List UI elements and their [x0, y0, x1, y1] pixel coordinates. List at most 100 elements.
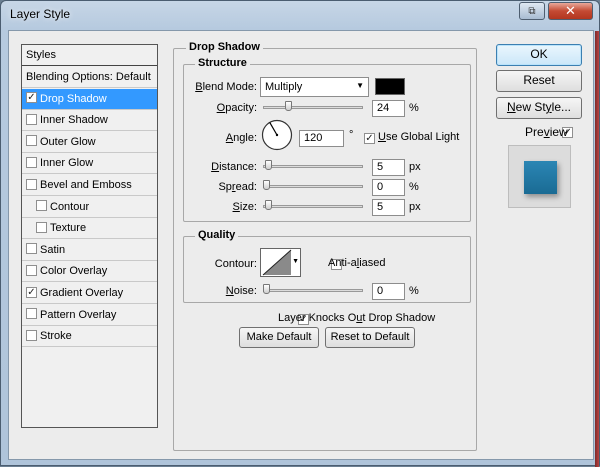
preview-swatch [524, 161, 557, 194]
style-item-bevel-and-emboss[interactable]: Bevel and Emboss [22, 175, 157, 196]
reset-button[interactable]: Reset [496, 70, 582, 92]
styles-list: Styles Blending Options: Default Drop Sha… [21, 44, 158, 428]
style-item-blending-options-default[interactable]: Blending Options: Default [22, 67, 157, 88]
style-item-outer-glow[interactable]: Outer Glow [22, 132, 157, 153]
size-slider-thumb[interactable] [264, 200, 272, 210]
style-item-label: Outer Glow [40, 135, 96, 148]
style-item-drop-shadow[interactable]: Drop Shadow [22, 88, 157, 110]
style-item-checkbox[interactable] [26, 135, 37, 147]
distance-label: Distance: [211, 161, 257, 173]
title-bar[interactable]: Layer Style ⧉ ✕ [1, 1, 599, 29]
style-item-checkbox[interactable] [36, 200, 47, 212]
noise-label: Noise: [225, 285, 257, 297]
shadow-color-swatch[interactable] [375, 78, 405, 95]
ok-button[interactable]: OK [496, 44, 582, 66]
angle-label: Angle: [225, 132, 257, 144]
spread-unit: % [409, 181, 419, 193]
style-item-checkbox[interactable] [26, 92, 37, 104]
size-field[interactable]: 5 [372, 199, 405, 216]
style-item-checkbox[interactable] [26, 264, 37, 276]
new-style-button[interactable]: New Style... [496, 97, 582, 119]
style-item-checkbox[interactable] [36, 221, 47, 233]
style-item-label: Bevel and Emboss [40, 179, 132, 191]
close-button[interactable]: ✕ [548, 2, 593, 20]
style-item-label: Inner Glow [40, 157, 94, 170]
style-item-checkbox[interactable] [26, 308, 37, 320]
angle-unit: ° [349, 129, 354, 141]
contour-label: Contour: [214, 258, 257, 270]
style-item-contour[interactable]: Contour [22, 197, 157, 218]
style-item-label: Blending Options: Default [26, 71, 151, 83]
style-item-satin[interactable]: Satin [22, 240, 157, 261]
size-slider[interactable] [263, 205, 363, 208]
restore-button[interactable]: ⧉ [519, 2, 545, 20]
blend-mode-label: Blend Mode: [195, 81, 257, 93]
style-item-checkbox[interactable] [26, 329, 37, 341]
quality-title: Quality [195, 229, 239, 241]
dialog-client: Styles Blending Options: Default Drop Sha… [8, 30, 594, 460]
opacity-label: Opacity: [216, 102, 257, 114]
noise-unit: % [409, 285, 419, 297]
noise-slider[interactable] [263, 289, 363, 292]
style-item-label: Gradient Overlay [40, 287, 124, 299]
spread-field[interactable]: 0 [372, 179, 405, 196]
style-item-color-overlay[interactable]: Color Overlay [22, 261, 157, 283]
distance-slider-thumb[interactable] [264, 160, 272, 170]
opacity-slider-thumb[interactable] [285, 101, 293, 111]
style-item-gradient-overlay[interactable]: Gradient Overlay [22, 283, 157, 304]
angle-field[interactable]: 120 [299, 130, 344, 147]
contour-dropdown-icon[interactable]: ▼ [292, 258, 299, 265]
spread-slider-thumb[interactable] [263, 180, 270, 190]
style-item-checkbox[interactable] [26, 178, 37, 190]
spread-label: Spread: [218, 181, 257, 193]
style-item-checkbox[interactable] [26, 243, 37, 255]
spread-slider[interactable] [263, 185, 363, 188]
preview-box [508, 145, 571, 208]
noise-field[interactable]: 0 [372, 283, 405, 300]
style-item-label: Color Overlay [40, 265, 108, 278]
contour-picker[interactable]: ▼ [260, 248, 301, 277]
styles-header-label: Styles [26, 49, 56, 61]
distance-unit: px [409, 161, 421, 173]
style-item-label: Contour [50, 200, 90, 213]
style-item-inner-glow[interactable]: Inner Glow [22, 153, 157, 175]
angle-dial[interactable] [261, 119, 293, 154]
structure-title: Structure [195, 57, 250, 69]
noise-slider-thumb[interactable] [263, 284, 270, 294]
style-item-label: Texture [50, 222, 87, 235]
style-item-checkbox[interactable] [26, 113, 37, 125]
window-title: Layer Style [10, 7, 71, 21]
use-global-light-label: Use Global Light [378, 131, 460, 143]
styles-header[interactable]: Styles [22, 45, 157, 66]
contour-linear-icon [262, 249, 292, 276]
use-global-light-checkbox[interactable] [364, 132, 375, 144]
blend-mode-select[interactable]: Multiply ▼ [260, 77, 369, 97]
reset-to-default-button[interactable]: Reset to Default [325, 327, 415, 348]
size-unit: px [409, 201, 421, 213]
opacity-field[interactable]: 24 [372, 100, 405, 117]
style-item-label: Pattern Overlay [40, 308, 117, 321]
drop-shadow-title: Drop Shadow [186, 41, 263, 53]
preview-label: Preview [525, 125, 568, 139]
style-item-label: Stroke [40, 330, 72, 343]
style-item-checkbox[interactable] [26, 286, 37, 298]
style-item-label: Inner Shadow [40, 114, 108, 127]
restore-icon: ⧉ [528, 5, 536, 17]
opacity-slider[interactable] [263, 106, 363, 109]
dialog-window: Layer Style ⧉ ✕ Styles Blending Options:… [0, 0, 600, 467]
anti-aliased-label: Anti-aliased [328, 257, 386, 269]
style-item-pattern-overlay[interactable]: Pattern Overlay [22, 305, 157, 326]
style-item-inner-shadow[interactable]: Inner Shadow [22, 110, 157, 132]
distance-slider[interactable] [263, 165, 363, 168]
close-icon: ✕ [565, 3, 576, 18]
layer-knocks-out-label: Layer Knocks Out Drop Shadow [278, 312, 436, 324]
opacity-unit: % [409, 102, 419, 114]
blend-mode-value: Multiply [265, 81, 303, 93]
distance-field[interactable]: 5 [372, 159, 405, 176]
make-default-button[interactable]: Make Default [239, 327, 319, 348]
size-label: Size: [232, 201, 257, 213]
angle-dial-icon [261, 119, 293, 151]
style-item-texture[interactable]: Texture [22, 218, 157, 240]
style-item-stroke[interactable]: Stroke [22, 326, 157, 348]
style-item-checkbox[interactable] [26, 156, 37, 168]
